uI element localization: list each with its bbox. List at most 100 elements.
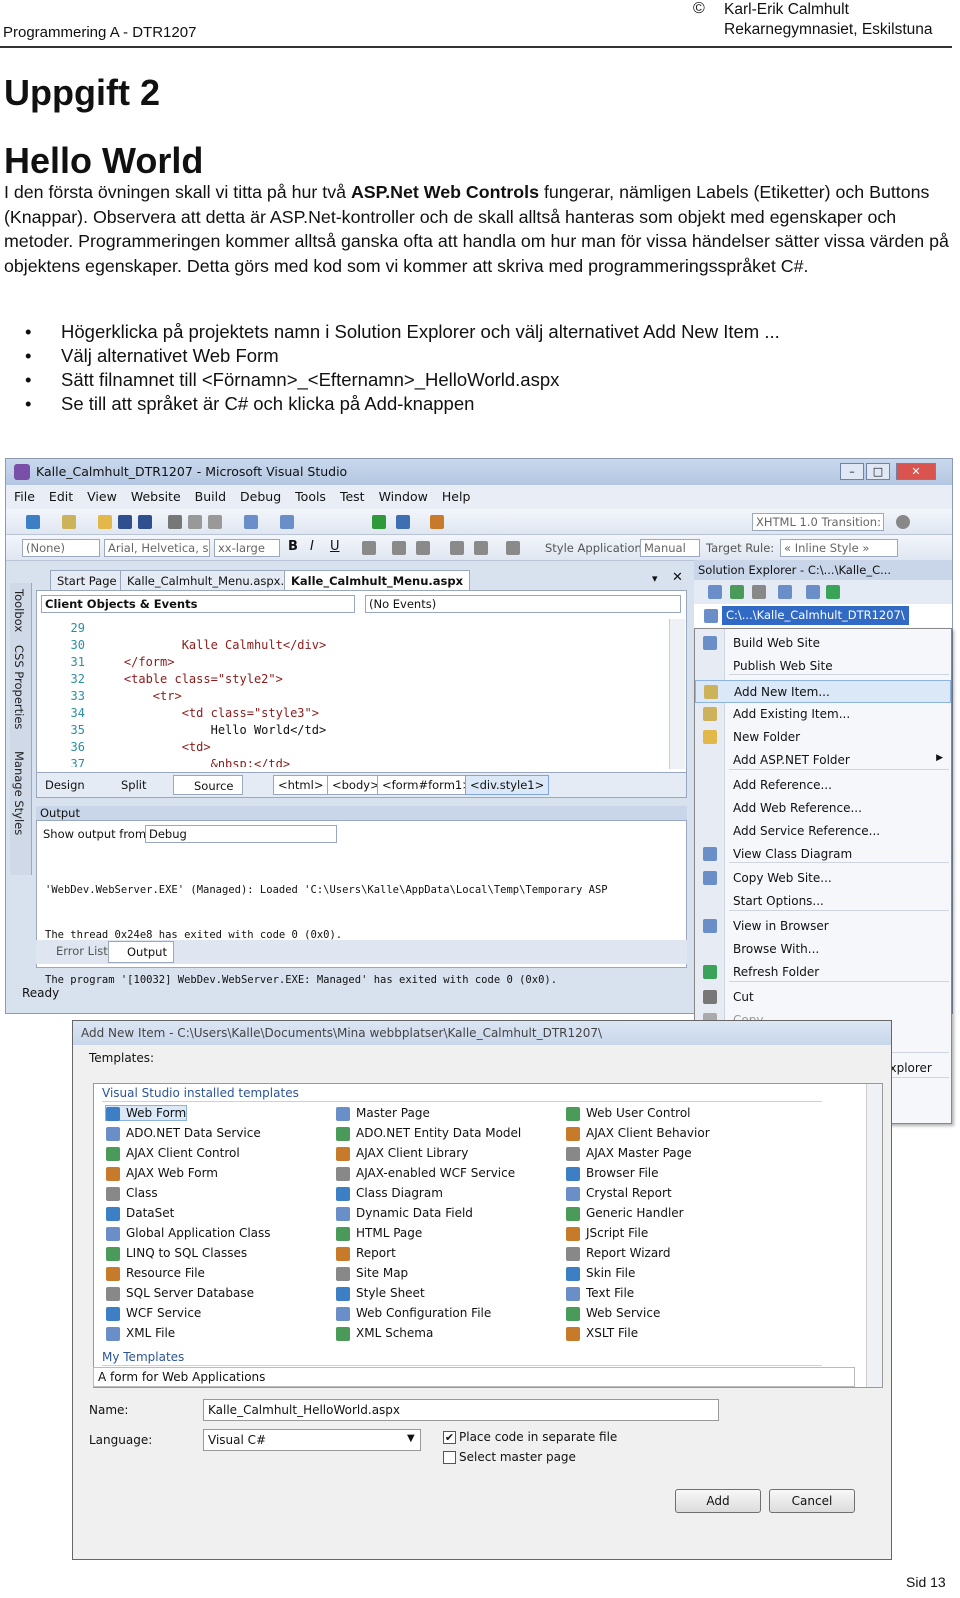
context-menu-item[interactable]: Start Options... [695,890,951,913]
menu-help[interactable]: Help [434,485,477,504]
bold-icon[interactable]: B [288,539,298,554]
italic-icon[interactable]: I [310,539,314,554]
context-menu-item[interactable]: Add Service Reference... [695,820,951,843]
template-item[interactable]: Web Configuration File [336,1306,491,1321]
breadcrumb-html[interactable]: <html> [273,775,329,795]
template-item[interactable]: Skin File [566,1266,635,1281]
template-item[interactable]: Browser File [566,1166,659,1181]
toolbox-icon[interactable] [430,515,444,529]
templates-scrollbar[interactable] [866,1084,882,1387]
target-schema-combo[interactable]: XHTML 1.0 Transition: [752,513,884,531]
show-output-combo[interactable]: Debug [145,825,337,843]
template-item[interactable]: Dynamic Data Field [336,1206,473,1221]
template-item[interactable]: Generic Handler [566,1206,684,1221]
find-icon[interactable] [396,515,410,529]
css-properties-tab[interactable]: CSS Properties [12,645,26,729]
split-button[interactable]: Split [121,778,147,792]
context-menu-item[interactable]: New Folder [695,726,951,749]
config-icon[interactable] [826,585,840,599]
template-item[interactable]: AJAX Client Control [106,1146,240,1161]
toolbox-tab[interactable]: Toolbox [12,589,26,632]
menu-build[interactable]: Build [187,485,232,504]
context-menu-item[interactable]: Refresh Folder [695,961,951,984]
context-menu-item[interactable]: Copy Web Site... [695,867,951,890]
tab-error-list[interactable]: Error List [40,944,108,958]
template-item[interactable]: JScript File [566,1226,648,1241]
close-button[interactable]: ✕ [896,463,936,480]
name-input[interactable]: Kalle_Calmhult_HelloWorld.aspx [203,1399,719,1421]
context-menu-item[interactable]: View in Browser [695,915,951,938]
menu-edit[interactable]: Edit [41,485,79,504]
template-item[interactable]: Master Page [336,1106,430,1121]
template-item[interactable]: AJAX Client Library [336,1146,468,1161]
template-item[interactable]: XSLT File [566,1326,638,1341]
language-select[interactable]: Visual C# [203,1429,421,1451]
refresh-icon[interactable] [730,585,744,599]
template-item[interactable]: LINQ to SQL Classes [106,1246,247,1261]
context-menu-item[interactable]: View Class Diagram [695,843,951,866]
tab-dropdown-icon[interactable]: ▾ [652,572,658,585]
copy-icon[interactable] [188,515,202,529]
context-menu-item[interactable]: Add ASP.NET Folder ▶ [695,749,951,772]
menu-test[interactable]: Test [332,485,371,504]
font-size-combo[interactable]: xx-large [214,539,280,557]
editor-scrollbar[interactable] [669,619,685,769]
properties-icon[interactable] [708,585,722,599]
copy-web-icon[interactable] [778,585,792,599]
context-menu-item[interactable]: Publish Web Site [695,655,951,678]
code-editor[interactable]: Client Objects & Events (No Events) 29 3… [36,590,687,790]
template-item[interactable]: Web Form [104,1105,188,1121]
close-tab-icon[interactable]: ✕ [672,570,683,585]
breadcrumb-form[interactable]: <form#form1> [377,775,477,795]
template-item[interactable]: Web User Control [566,1106,691,1121]
tab-start-page[interactable]: Start Page [50,570,124,590]
objects-combo[interactable]: Client Objects & Events [41,595,355,613]
template-item[interactable]: Class [106,1186,158,1201]
template-item[interactable]: Web Service [566,1306,660,1321]
template-item[interactable]: AJAX Web Form [106,1166,218,1181]
template-item[interactable]: Report Wizard [566,1246,671,1261]
add-button[interactable]: Add [675,1489,761,1513]
template-item[interactable]: HTML Page [336,1226,422,1241]
menu-window[interactable]: Window [371,485,434,504]
undo-icon[interactable] [244,515,258,529]
nest-icon[interactable] [752,585,766,599]
maximize-button[interactable]: □ [866,463,890,480]
template-item[interactable]: Class Diagram [336,1186,443,1201]
template-item[interactable]: DataSet [106,1206,174,1221]
template-item[interactable]: AJAX-enabled WCF Service [336,1166,515,1181]
validate-icon[interactable] [896,515,910,529]
minimize-button[interactable]: – [840,463,864,480]
underline-icon[interactable]: U [330,539,340,554]
tab-output[interactable]: Output [108,941,174,963]
new-project-icon[interactable] [26,515,40,529]
insert-link-icon[interactable] [506,541,520,555]
highlight-icon[interactable] [392,541,406,555]
menu-website[interactable]: Website [123,485,187,504]
source-button[interactable]: Source [173,775,243,795]
context-menu-item[interactable]: Browse With... [695,938,951,961]
target-rule-combo[interactable]: « Inline Style » [780,539,898,557]
context-menu-item[interactable]: Cut [695,986,951,1009]
block-format-combo[interactable]: (None) [22,539,100,557]
context-menu-item[interactable]: Add Web Reference... [695,797,951,820]
bullets-icon[interactable] [450,541,464,555]
cancel-button[interactable]: Cancel [769,1489,855,1513]
context-menu-item[interactable]: Add Existing Item... [695,703,951,726]
open-icon[interactable] [98,515,112,529]
redo-icon[interactable] [280,515,294,529]
template-item[interactable]: ADO.NET Entity Data Model [336,1126,521,1141]
template-item[interactable]: Crystal Report [566,1186,672,1201]
menu-view[interactable]: View [79,485,123,504]
save-all-icon[interactable] [138,515,152,529]
template-item[interactable]: Global Application Class [106,1226,271,1241]
template-item[interactable]: AJAX Client Behavior [566,1126,710,1141]
tab-menu-cs[interactable]: Kalle_Calmhult_Menu.aspx.cs [120,570,304,590]
template-item[interactable]: WCF Service [106,1306,201,1321]
template-item[interactable]: SQL Server Database [106,1286,254,1301]
design-button[interactable]: Design [45,778,85,792]
template-item[interactable]: XML Schema [336,1326,433,1341]
template-item[interactable]: Site Map [336,1266,408,1281]
template-item[interactable]: AJAX Master Page [566,1146,692,1161]
place-code-checkbox[interactable]: ✔ [443,1431,456,1444]
